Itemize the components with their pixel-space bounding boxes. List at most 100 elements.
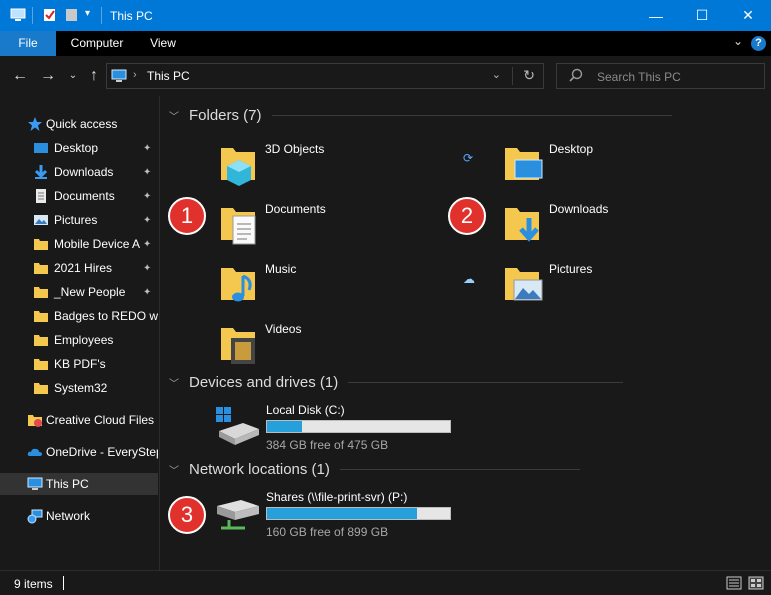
drive-usage-fill <box>267 508 418 519</box>
refresh-icon[interactable]: ↻ <box>523 67 535 84</box>
star-icon <box>28 117 42 131</box>
pin-icon[interactable]: ✦ <box>143 263 151 274</box>
collapse-chevron-icon[interactable]: ﹀ <box>169 375 183 390</box>
nav-item-label: Employees <box>54 333 114 347</box>
creative-cloud-folder-icon <box>28 415 42 427</box>
nav-item-employees[interactable]: Employees <box>0 329 158 351</box>
nav-item-label: Documents <box>54 189 115 203</box>
collapse-chevron-icon[interactable]: ﹀ <box>169 108 183 123</box>
forward-button[interactable]: → <box>38 66 58 86</box>
nav-item-documents[interactable]: Documents ✦ <box>0 185 158 207</box>
nav-quick-access-label: Quick access <box>46 117 118 131</box>
nav-item-desktop[interactable]: Desktop ✦ <box>0 137 158 159</box>
callout-badge-2: 2 <box>448 197 486 235</box>
desktop-folder-icon <box>505 148 543 180</box>
drive-name: Shares (\\file-print-svr) (P:) <box>266 490 408 504</box>
nav-this-pc[interactable]: This PC <box>0 473 158 495</box>
folders-group-header[interactable]: ﹀ Folders (7) <box>169 107 672 124</box>
nav-item-downloads[interactable]: Downloads ✦ <box>0 161 158 183</box>
sync-icon: ⟳ <box>463 151 474 165</box>
nav-item-pictures[interactable]: Pictures ✦ <box>0 209 158 231</box>
nav-item-label: Pictures <box>54 213 98 227</box>
tab-file[interactable]: File <box>0 31 56 56</box>
nav-item-label: Badges to REDO wit <box>54 309 158 323</box>
folder-tile-music[interactable]: Music <box>219 262 459 308</box>
documents-icon <box>36 189 46 203</box>
folder-tile-pictures[interactable]: Pictures <box>503 262 743 308</box>
drive-tile-local-disk[interactable]: Local Disk (C:) 384 GB free of 475 GB <box>215 403 455 453</box>
nav-quick-access[interactable]: Quick access <box>0 113 158 135</box>
onedrive-cloud-icon <box>27 448 42 456</box>
pin-icon[interactable]: ✦ <box>143 143 151 154</box>
music-folder-icon <box>221 268 255 302</box>
new-folder-icon[interactable] <box>64 8 80 22</box>
drive-usage-bar <box>266 507 451 520</box>
pin-icon[interactable]: ✦ <box>143 191 151 202</box>
help-icon[interactable]: ? <box>751 36 766 51</box>
nav-item-2021-hires[interactable]: 2021 Hires ✦ <box>0 257 158 279</box>
folder-tile-documents[interactable]: Documents <box>219 202 459 248</box>
desktop-icon <box>34 143 48 153</box>
title-divider-2 <box>101 7 102 24</box>
folder-tile-videos[interactable]: Videos <box>219 322 459 368</box>
pin-icon[interactable]: ✦ <box>143 167 151 178</box>
nav-item-mobile-device[interactable]: Mobile Device A ✦ <box>0 233 158 255</box>
maximize-button[interactable]: ☐ <box>679 0 725 31</box>
folder-tile-3d-objects[interactable]: 3D Objects <box>219 142 459 188</box>
close-button[interactable]: ✕ <box>725 0 771 31</box>
details-view-icon[interactable] <box>726 576 742 590</box>
folder-icon <box>34 383 48 394</box>
search-box[interactable]: Search This PC <box>556 63 765 89</box>
nav-item-label: Downloads <box>54 165 114 179</box>
pin-icon[interactable]: ✦ <box>143 239 151 250</box>
up-button[interactable]: ↑ <box>84 66 104 86</box>
nav-creative-cloud[interactable]: Creative Cloud Files <box>0 409 158 431</box>
nav-item-system32[interactable]: System32 <box>0 377 158 399</box>
drive-tile-shares[interactable]: Shares (\\file-print-svr) (P:) 160 GB fr… <box>215 490 455 540</box>
drive-usage-fill <box>267 421 302 432</box>
group-divider <box>339 469 580 470</box>
this-pc-icon[interactable] <box>10 8 26 22</box>
this-pc-icon <box>111 69 127 82</box>
nav-this-pc-label: This PC <box>46 477 89 491</box>
network-drive-icon <box>217 500 259 530</box>
folder-name: 3D Objects <box>265 142 325 156</box>
back-button[interactable]: ← <box>10 66 30 86</box>
status-bar: 9 items <box>0 570 771 595</box>
customize-qat-icon[interactable]: ▾ <box>85 8 90 19</box>
breadcrumb-separator[interactable]: › <box>133 69 137 81</box>
properties-icon[interactable] <box>42 8 58 22</box>
search-icon <box>569 68 583 82</box>
downloads-icon <box>34 165 48 179</box>
nav-item-badges[interactable]: Badges to REDO wit <box>0 305 158 327</box>
folder-icon <box>34 359 48 370</box>
nav-item-kb-pdfs[interactable]: KB PDF's <box>0 353 158 375</box>
folder-tile-desktop[interactable]: Desktop <box>503 142 743 188</box>
nav-network[interactable]: Network <box>0 505 158 527</box>
tab-computer[interactable]: Computer <box>60 31 134 56</box>
address-bar[interactable]: › This PC ⌄ ↻ <box>106 63 544 89</box>
collapse-chevron-icon[interactable]: ﹀ <box>169 462 183 477</box>
nav-creative-cloud-label: Creative Cloud Files <box>46 413 155 427</box>
nav-onedrive[interactable]: OneDrive - EveryStep <box>0 441 158 463</box>
large-icons-view-icon[interactable] <box>748 576 764 590</box>
network-group-header[interactable]: ﹀ Network locations (1) <box>169 461 580 478</box>
breadcrumb-this-pc[interactable]: This PC <box>147 69 190 83</box>
nav-item-label: KB PDF's <box>54 357 106 371</box>
pin-icon[interactable]: ✦ <box>143 215 151 226</box>
tab-view[interactable]: View <box>140 31 186 56</box>
drive-free-space: 384 GB free of 475 GB <box>266 438 389 452</box>
devices-group-header[interactable]: ﹀ Devices and drives (1) <box>169 374 624 391</box>
devices-group-title: Devices and drives (1) <box>189 374 339 391</box>
minimize-button[interactable]: — <box>633 0 679 31</box>
address-dropdown-icon[interactable]: ⌄ <box>492 68 501 81</box>
title-divider <box>32 7 33 24</box>
pin-icon[interactable]: ✦ <box>143 287 151 298</box>
nav-item-new-people[interactable]: _New People ✦ <box>0 281 158 303</box>
recent-locations-button[interactable]: ⌄ <box>63 66 83 86</box>
folder-icon <box>34 311 48 322</box>
folder-name: Music <box>265 262 297 276</box>
expand-ribbon-icon[interactable]: ⌄ <box>733 34 743 48</box>
drive-free-space: 160 GB free of 899 GB <box>266 525 389 539</box>
folder-tile-downloads[interactable]: Downloads <box>503 202 743 248</box>
